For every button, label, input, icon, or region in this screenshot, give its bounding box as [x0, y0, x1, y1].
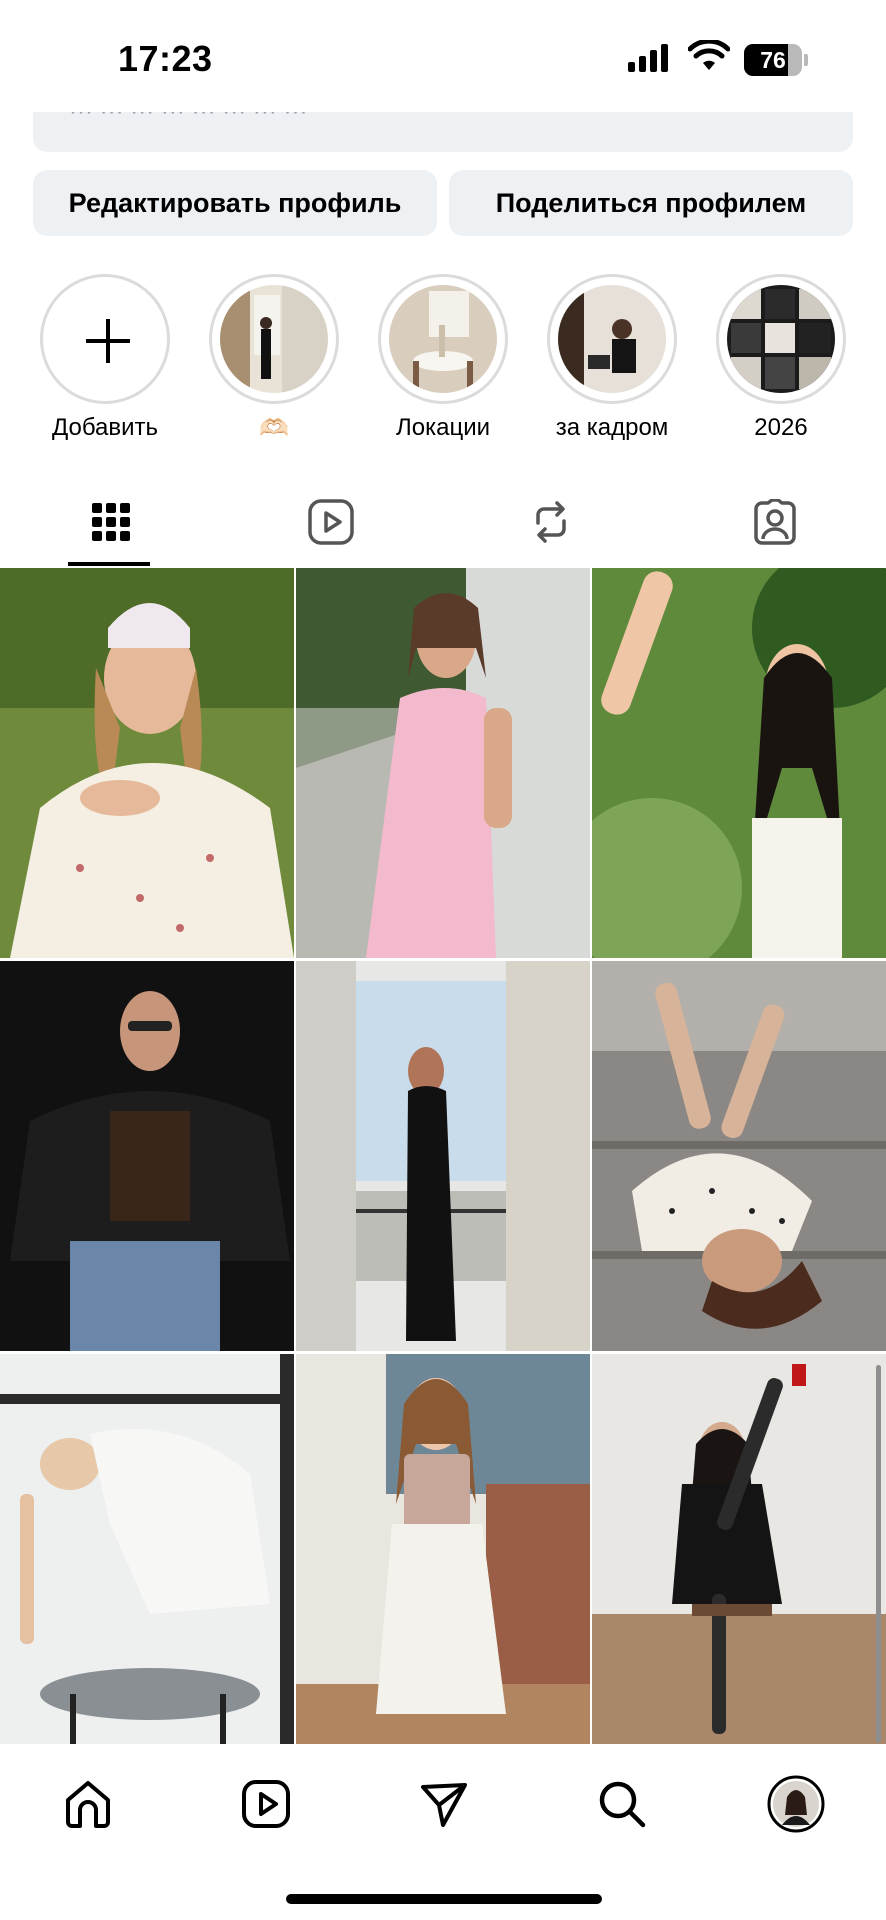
- bio-section: ··· ··· ··· ··· ··· ··· ··· ···: [33, 112, 853, 152]
- post-thumbnail[interactable]: [0, 568, 294, 958]
- nav-search[interactable]: [592, 1774, 652, 1834]
- reels-icon: [308, 499, 354, 545]
- photo-woman-pink-dress-wall: [296, 568, 590, 958]
- status-time: 17:23: [118, 38, 213, 79]
- tab-reposts[interactable]: [440, 478, 662, 566]
- active-tab-indicator: [68, 562, 150, 566]
- scrollbar[interactable]: [876, 1365, 881, 1743]
- home-icon: [66, 1781, 110, 1828]
- post-thumbnail[interactable]: [296, 1354, 590, 1744]
- profile-tabs: [0, 478, 886, 568]
- grid-icon: [92, 503, 130, 541]
- home-indicator: [286, 1894, 602, 1904]
- reposts-icon: [536, 501, 566, 543]
- highlight-label: за кадром: [555, 414, 669, 441]
- highlight-cover: [727, 285, 835, 393]
- photo-woman-white-outfit-stool: [0, 1354, 294, 1744]
- nav-reels[interactable]: [236, 1774, 296, 1834]
- bio-text: ··· ··· ··· ··· ··· ··· ··· ···: [69, 112, 308, 126]
- edit-profile-button[interactable]: Редактировать профиль: [33, 170, 437, 236]
- post-thumbnail[interactable]: [592, 961, 886, 1351]
- status-bar: 17:23 76: [0, 0, 886, 118]
- nav-direct[interactable]: [414, 1774, 474, 1834]
- post-thumbnail[interactable]: [592, 568, 886, 958]
- wifi-icon: [688, 40, 730, 70]
- story-highlights: Добавить 🫶🏻 Локации за кадром 2026: [0, 272, 886, 452]
- tab-tagged[interactable]: [664, 478, 886, 566]
- highlight-label: Локации: [395, 414, 491, 441]
- post-thumbnail[interactable]: [296, 568, 590, 958]
- battery-level: 76: [760, 47, 786, 73]
- tab-reels[interactable]: [220, 478, 442, 566]
- highlight-cover: [220, 285, 328, 393]
- highlight-label: 🫶🏻: [259, 415, 289, 442]
- post-thumbnail[interactable]: [0, 961, 294, 1351]
- nav-profile[interactable]: [766, 1774, 826, 1834]
- photo-woman-corset-white-pants: [296, 1354, 590, 1744]
- posts-grid: [0, 568, 886, 1748]
- profile-avatar: [767, 1775, 825, 1833]
- photo-woman-leather-jacket-sunglasses: [0, 961, 294, 1351]
- tagged-icon: [754, 499, 796, 545]
- post-thumbnail[interactable]: [0, 1354, 294, 1744]
- photo-woman-black-dress-balcony: [296, 961, 590, 1351]
- bottom-navigation: [0, 1748, 886, 1920]
- highlight-label: Добавить: [51, 414, 159, 441]
- share-profile-button[interactable]: Поделиться профилем: [449, 170, 853, 236]
- photo-woman-black-suit-chair: [592, 1354, 886, 1744]
- reels-icon: [242, 1780, 290, 1828]
- highlight-label: 2026: [754, 414, 808, 441]
- direct-message-icon: [421, 1783, 467, 1827]
- nav-home[interactable]: [58, 1774, 118, 1834]
- highlight-cover: [558, 285, 666, 393]
- photo-woman-foliage-sunlight: [592, 568, 886, 958]
- highlight-cover: [389, 285, 497, 393]
- tab-grid[interactable]: [0, 478, 222, 566]
- post-thumbnail[interactable]: [592, 1354, 886, 1744]
- post-thumbnail[interactable]: [296, 961, 590, 1351]
- cellular-signal-icon: [628, 44, 668, 72]
- search-icon: [599, 1781, 646, 1828]
- photo-woman-headscarf-floral-dress: [0, 568, 294, 958]
- battery-icon: 76: [744, 44, 808, 76]
- photo-woman-lying-stairs-polka-dot: [592, 961, 886, 1351]
